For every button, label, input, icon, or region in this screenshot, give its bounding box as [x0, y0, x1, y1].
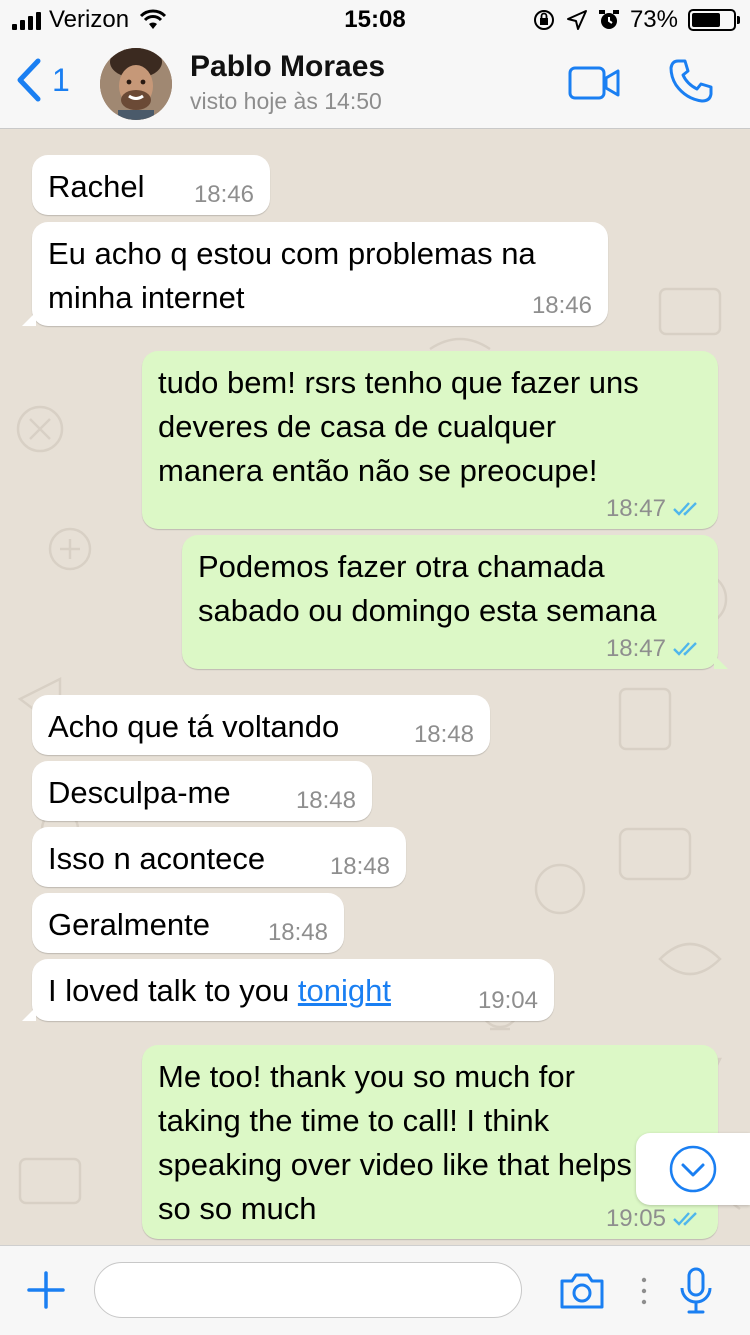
double-check-icon [673, 502, 697, 516]
message-time: 18:48 [329, 853, 390, 880]
back-button[interactable]: 1 [16, 58, 70, 102]
avatar[interactable] [100, 48, 172, 120]
attach-button[interactable] [26, 1270, 66, 1315]
unread-count: 1 [52, 61, 70, 98]
chevron-left-icon [17, 58, 41, 102]
message-bubble-incoming[interactable]: Desculpa-me 18:48 [32, 761, 372, 821]
message-input[interactable] [94, 1262, 522, 1318]
message-text: Desculpa-me [48, 775, 231, 810]
message-meta: 19:05 [606, 1207, 702, 1231]
message-time: 18:46 [531, 292, 592, 319]
chat-header: 1 Pablo Moraes visto hoje às 14:50 [0, 40, 750, 129]
message-bubble-outgoing[interactable]: Me too! thank you so much for taking the… [142, 1045, 718, 1239]
message-line: Eu acho q estou com problemas na [48, 236, 536, 271]
message-text: I loved talk to you [48, 973, 298, 1008]
message-text: Rachel [48, 169, 145, 204]
double-check-icon [673, 642, 697, 656]
status-bar: Verizon 15:08 73% [0, 0, 750, 40]
video-call-button[interactable] [568, 66, 620, 105]
location-icon [566, 10, 587, 30]
message-time: 18:48 [267, 919, 328, 946]
camera-icon [560, 1273, 604, 1309]
microphone-icon [680, 1267, 712, 1314]
message-meta: 18:47 [606, 497, 702, 521]
message-bubble-incoming[interactable]: Acho que tá voltando 18:48 [32, 695, 490, 755]
contact-info[interactable]: Pablo Moraes visto hoje às 14:50 [190, 50, 385, 115]
voice-call-button[interactable] [668, 58, 714, 109]
double-check-icon [673, 1212, 697, 1226]
message-time: 18:47 [605, 635, 666, 662]
contact-name: Pablo Moraes [190, 50, 386, 83]
message-bubble-outgoing[interactable]: Podemos fazer otra chamada sabado ou dom… [182, 535, 728, 669]
battery-icon [688, 9, 740, 31]
video-call-icon [568, 66, 620, 100]
message-line: Podemos fazer otra chamada [198, 549, 605, 584]
message-time: 19:05 [605, 1205, 666, 1232]
message-link[interactable]: tonight [298, 973, 391, 1008]
message-time: 19:04 [477, 987, 538, 1014]
message-bubble-incoming[interactable]: Eu acho q estou com problemas na minha i… [22, 222, 608, 326]
more-options-button[interactable] [640, 1276, 648, 1311]
message-line: taking the time to call! I think [158, 1103, 550, 1138]
scroll-to-bottom-button[interactable] [636, 1133, 750, 1205]
message-text: Isso n acontece [48, 841, 266, 876]
message-bubble-incoming[interactable]: I loved talk to you tonight 19:04 [22, 959, 554, 1021]
message-text: Acho que tá voltando [48, 709, 340, 744]
phone-icon [669, 59, 713, 103]
message-line: Me too! thank you so much for [158, 1059, 575, 1094]
message-bubble-incoming[interactable]: Geralmente 18:48 [32, 893, 344, 953]
message-line: minha internet [48, 280, 245, 315]
plus-icon [27, 1271, 65, 1309]
status-icons: 73% [532, 6, 740, 34]
message-list[interactable]: Rachel 18:46 Eu acho q estou com problem… [0, 129, 750, 1245]
message-line: sabado ou domingo esta semana [198, 593, 657, 628]
message-time: 18:47 [605, 495, 666, 522]
message-bubble-incoming[interactable]: Rachel 18:46 [32, 155, 270, 215]
chevron-down-icon [669, 1145, 717, 1193]
message-time: 18:46 [193, 181, 254, 208]
last-seen: visto hoje às 14:50 [190, 88, 382, 114]
vertical-dots-icon [641, 1277, 647, 1305]
message-line: deveres de casa de cualquer [158, 409, 557, 444]
voice-message-button[interactable] [678, 1266, 714, 1321]
message-line: speaking over video like that helps [158, 1147, 632, 1182]
camera-button[interactable] [558, 1272, 606, 1315]
message-bubble-outgoing[interactable]: tudo bem! rsrs tenho que fazer uns dever… [142, 351, 718, 529]
message-line: tudo bem! rsrs tenho que fazer uns [158, 365, 639, 400]
message-text: Geralmente [48, 907, 210, 942]
message-time: 18:48 [295, 787, 356, 814]
message-time: 18:48 [413, 721, 474, 748]
composer-bar [0, 1245, 750, 1335]
message-bubble-incoming[interactable]: Isso n acontece 18:48 [32, 827, 406, 887]
message-line: manera então não se preocupe! [158, 453, 598, 488]
alarm-icon [598, 10, 619, 29]
message-meta: 18:47 [606, 637, 702, 661]
orientation-lock-icon [533, 10, 554, 30]
battery-percent: 73% [629, 6, 678, 33]
